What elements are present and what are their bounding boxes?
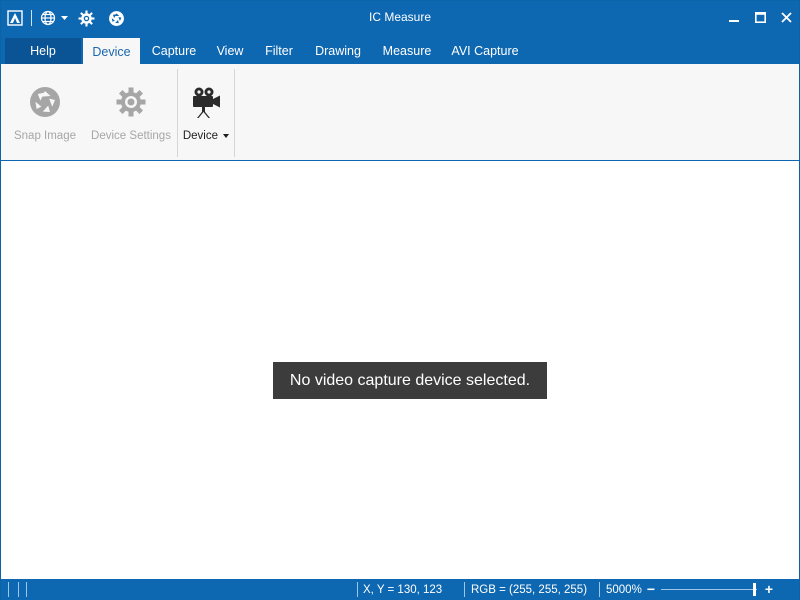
zoom-slider-thumb[interactable] <box>753 583 756 596</box>
snap-image-button[interactable]: Snap Image <box>9 64 81 158</box>
tab-capture[interactable]: Capture <box>145 38 203 64</box>
device-settings-label: Device Settings <box>91 130 171 142</box>
zoom-out-button[interactable]: − <box>644 581 658 597</box>
tab-drawing[interactable]: Drawing <box>309 38 367 64</box>
tab-device[interactable]: Device <box>83 38 140 65</box>
status-divider <box>599 582 600 597</box>
snap-image-label: Snap Image <box>13 130 76 142</box>
ribbon-group-divider <box>177 69 178 157</box>
cursor-coordinates: X, Y = 130, 123 <box>363 583 443 596</box>
window-controls <box>721 5 799 29</box>
maximize-icon <box>754 11 766 23</box>
status-divider <box>8 582 9 597</box>
zoom-in-button[interactable]: + <box>762 581 776 597</box>
tab-help[interactable]: Help <box>5 38 81 64</box>
title-bar: IC Measure <box>1 1 799 36</box>
ribbon-group-divider <box>234 69 235 157</box>
gear-icon <box>111 84 151 120</box>
minimize-button[interactable] <box>721 5 747 29</box>
status-divider <box>26 582 27 597</box>
maximize-button[interactable] <box>747 5 773 29</box>
video-camera-icon <box>186 84 226 120</box>
shutter-icon <box>25 84 65 120</box>
status-divider <box>357 582 358 597</box>
minimize-icon <box>729 20 739 22</box>
device-label-text: Device <box>182 130 218 142</box>
tab-filter[interactable]: Filter <box>259 38 299 64</box>
device-settings-button[interactable]: Device Settings <box>89 64 173 158</box>
no-device-message: No video capture device selected. <box>273 362 547 399</box>
device-menu-button[interactable]: Device <box>181 64 231 158</box>
status-divider <box>464 582 465 597</box>
zoom-level: 5000% <box>606 583 642 596</box>
ribbon-tabs: Help Device Capture View Filter Drawing … <box>1 36 799 65</box>
status-bar: X, Y = 130, 123 RGB = (255, 255, 255) 50… <box>1 579 799 600</box>
zoom-slider-track[interactable] <box>661 589 757 590</box>
tab-avi-capture[interactable]: AVI Capture <box>447 38 523 64</box>
chevron-down-icon <box>223 133 230 138</box>
tab-view[interactable]: View <box>211 38 249 64</box>
app-window: IC Measure Help Device Capture View Filt… <box>0 0 800 600</box>
device-label: Device <box>182 130 230 142</box>
pixel-rgb-value: RGB = (255, 255, 255) <box>471 583 588 596</box>
close-icon <box>780 11 792 23</box>
ribbon-panel: Snap Image Device Settings Device <box>1 64 799 161</box>
status-divider <box>18 582 19 597</box>
close-button[interactable] <box>773 5 799 29</box>
image-canvas[interactable]: No video capture device selected. <box>1 162 799 579</box>
window-title: IC Measure <box>368 10 432 24</box>
tab-measure[interactable]: Measure <box>377 38 437 64</box>
